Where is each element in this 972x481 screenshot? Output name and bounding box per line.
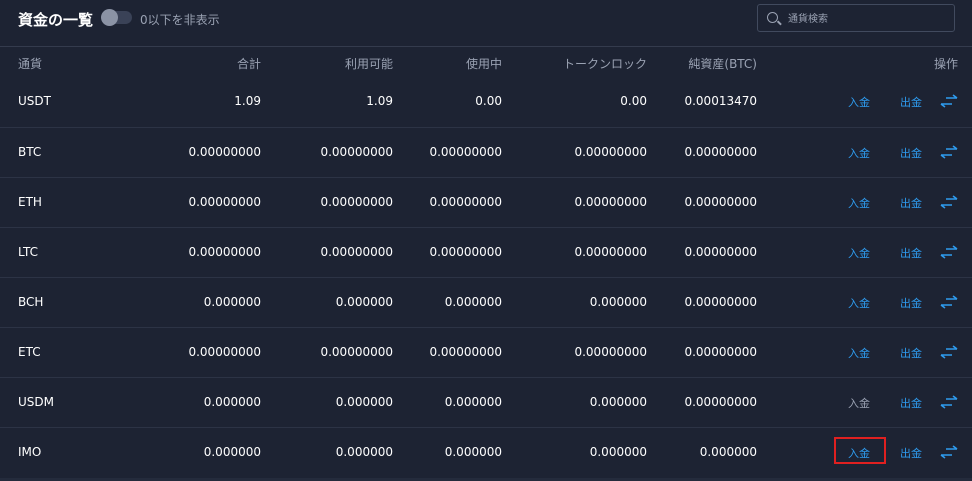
cell-currency: BTC <box>18 145 42 159</box>
transfer-icon[interactable] <box>940 244 958 259</box>
page-title: 資金の一覧 <box>18 11 94 29</box>
cell-net-btc: 0.00000000 <box>684 395 757 409</box>
col-available: 利用可能 <box>344 57 393 71</box>
transfer-icon[interactable] <box>940 294 958 309</box>
hide-zero-toggle[interactable] <box>101 9 132 26</box>
cell-available: 0.000000 <box>335 445 393 459</box>
cell-total: 0.000000 <box>203 295 261 309</box>
cell-currency: BCH <box>18 295 44 309</box>
cell-available: 0.00000000 <box>320 245 393 259</box>
cell-available: 0.00000000 <box>320 195 393 209</box>
cell-net-btc: 0.00000000 <box>684 145 757 159</box>
deposit-button[interactable]: 入金 <box>848 345 870 361</box>
cell-token-lock: 0.00 <box>620 94 647 108</box>
withdraw-button[interactable]: 出金 <box>900 395 922 411</box>
cell-in-use: 0.00000000 <box>429 195 502 209</box>
cell-total: 0.000000 <box>203 445 261 459</box>
hide-zero-label: 0以下を非表示 <box>140 13 220 27</box>
cell-available: 0.00000000 <box>320 145 393 159</box>
col-total: 合計 <box>236 57 261 71</box>
cell-in-use: 0.00 <box>475 94 502 108</box>
withdraw-button[interactable]: 出金 <box>900 245 922 261</box>
cell-total: 0.00000000 <box>188 195 261 209</box>
cell-net-btc: 0.00013470 <box>684 94 757 108</box>
withdraw-button[interactable]: 出金 <box>900 195 922 211</box>
search-input[interactable] <box>786 9 950 29</box>
cell-net-btc: 0.000000 <box>699 445 757 459</box>
withdraw-button[interactable]: 出金 <box>900 295 922 311</box>
col-actions: 操作 <box>933 57 958 71</box>
table-row: LTC 0.00000000 0.00000000 0.00000000 0.00000… <box>0 227 972 277</box>
withdraw-button[interactable]: 出金 <box>900 445 922 461</box>
withdraw-button[interactable]: 出金 <box>900 145 922 161</box>
cell-total: 0.00000000 <box>188 145 261 159</box>
cell-in-use: 0.00000000 <box>429 145 502 159</box>
cell-in-use: 0.000000 <box>444 445 502 459</box>
search-box[interactable] <box>757 4 955 32</box>
withdraw-button[interactable]: 出金 <box>900 345 922 361</box>
transfer-icon[interactable] <box>940 344 958 359</box>
cell-net-btc: 0.00000000 <box>684 295 757 309</box>
cell-total: 0.00000000 <box>188 345 261 359</box>
cell-currency: LTC <box>18 245 39 259</box>
cell-currency: IMO <box>18 445 42 459</box>
deposit-button[interactable]: 入金 <box>848 445 870 461</box>
deposit-button[interactable]: 入金 <box>848 395 870 411</box>
cell-currency: USDM <box>18 395 54 409</box>
cell-token-lock: 0.000000 <box>589 395 647 409</box>
withdraw-button[interactable]: 出金 <box>900 94 922 110</box>
table-row: USDM 0.000000 0.000000 0.000000 0.000000 0.00… <box>0 377 972 427</box>
transfer-icon[interactable] <box>940 394 958 409</box>
cell-total: 0.00000000 <box>188 245 261 259</box>
table-row: ETC 0.00000000 0.00000000 0.00000000 0.00000… <box>0 327 972 377</box>
cell-in-use: 0.000000 <box>444 295 502 309</box>
table-row: IMO 0.000000 0.000000 0.000000 0.000000 0.000… <box>0 427 972 477</box>
col-net-btc: 純資産(BTC) <box>688 57 757 71</box>
table-header: 通貨 合計 利用可能 使用中 トークンロック 純資産(BTC) 操作 <box>0 47 972 77</box>
cell-token-lock: 0.000000 <box>589 445 647 459</box>
balance-table-body: USDT 1.09 1.09 0.00 0.00 0.00013470 入金 出金 BTC 0.0… <box>0 77 972 477</box>
transfer-icon[interactable] <box>940 93 958 108</box>
deposit-button[interactable]: 入金 <box>848 94 870 110</box>
cell-token-lock: 0.00000000 <box>574 245 647 259</box>
transfer-icon[interactable] <box>940 144 958 159</box>
transfer-icon[interactable] <box>940 194 958 209</box>
table-row: BCH 0.000000 0.000000 0.000000 0.000000 0.000… <box>0 277 972 327</box>
cell-available: 0.00000000 <box>320 345 393 359</box>
col-in-use: 使用中 <box>465 57 502 71</box>
cell-in-use: 0.000000 <box>444 395 502 409</box>
table-row: BTC 0.00000000 0.00000000 0.00000000 0.00000… <box>0 127 972 177</box>
search-icon <box>767 12 778 23</box>
deposit-button[interactable]: 入金 <box>848 295 870 311</box>
table-row: ETH 0.00000000 0.00000000 0.00000000 0.00000… <box>0 177 972 227</box>
cell-in-use: 0.00000000 <box>429 245 502 259</box>
cell-net-btc: 0.00000000 <box>684 245 757 259</box>
cell-net-btc: 0.00000000 <box>684 195 757 209</box>
cell-net-btc: 0.00000000 <box>684 345 757 359</box>
cell-total: 1.09 <box>234 94 261 108</box>
cell-total: 0.000000 <box>203 395 261 409</box>
cell-token-lock: 0.00000000 <box>574 345 647 359</box>
cell-currency: ETH <box>18 195 42 209</box>
cell-currency: ETC <box>18 345 41 359</box>
cell-token-lock: 0.000000 <box>589 295 647 309</box>
deposit-button[interactable]: 入金 <box>848 245 870 261</box>
cell-token-lock: 0.00000000 <box>574 145 647 159</box>
cell-available: 0.000000 <box>335 295 393 309</box>
table-row: USDT 1.09 1.09 0.00 0.00 0.00013470 入金 出金 <box>0 77 972 127</box>
cell-available: 1.09 <box>366 94 393 108</box>
col-currency: 通貨 <box>18 57 43 71</box>
cell-in-use: 0.00000000 <box>429 345 502 359</box>
deposit-button[interactable]: 入金 <box>848 145 870 161</box>
col-token-lock: トークンロック <box>562 57 647 71</box>
transfer-icon[interactable] <box>940 444 958 459</box>
cell-token-lock: 0.00000000 <box>574 195 647 209</box>
page-header: 資金の一覧 0以下を非表示 <box>0 0 972 40</box>
toggle-knob <box>101 9 118 26</box>
cell-currency: USDT <box>18 94 51 108</box>
cell-available: 0.000000 <box>335 395 393 409</box>
deposit-button[interactable]: 入金 <box>848 195 870 211</box>
